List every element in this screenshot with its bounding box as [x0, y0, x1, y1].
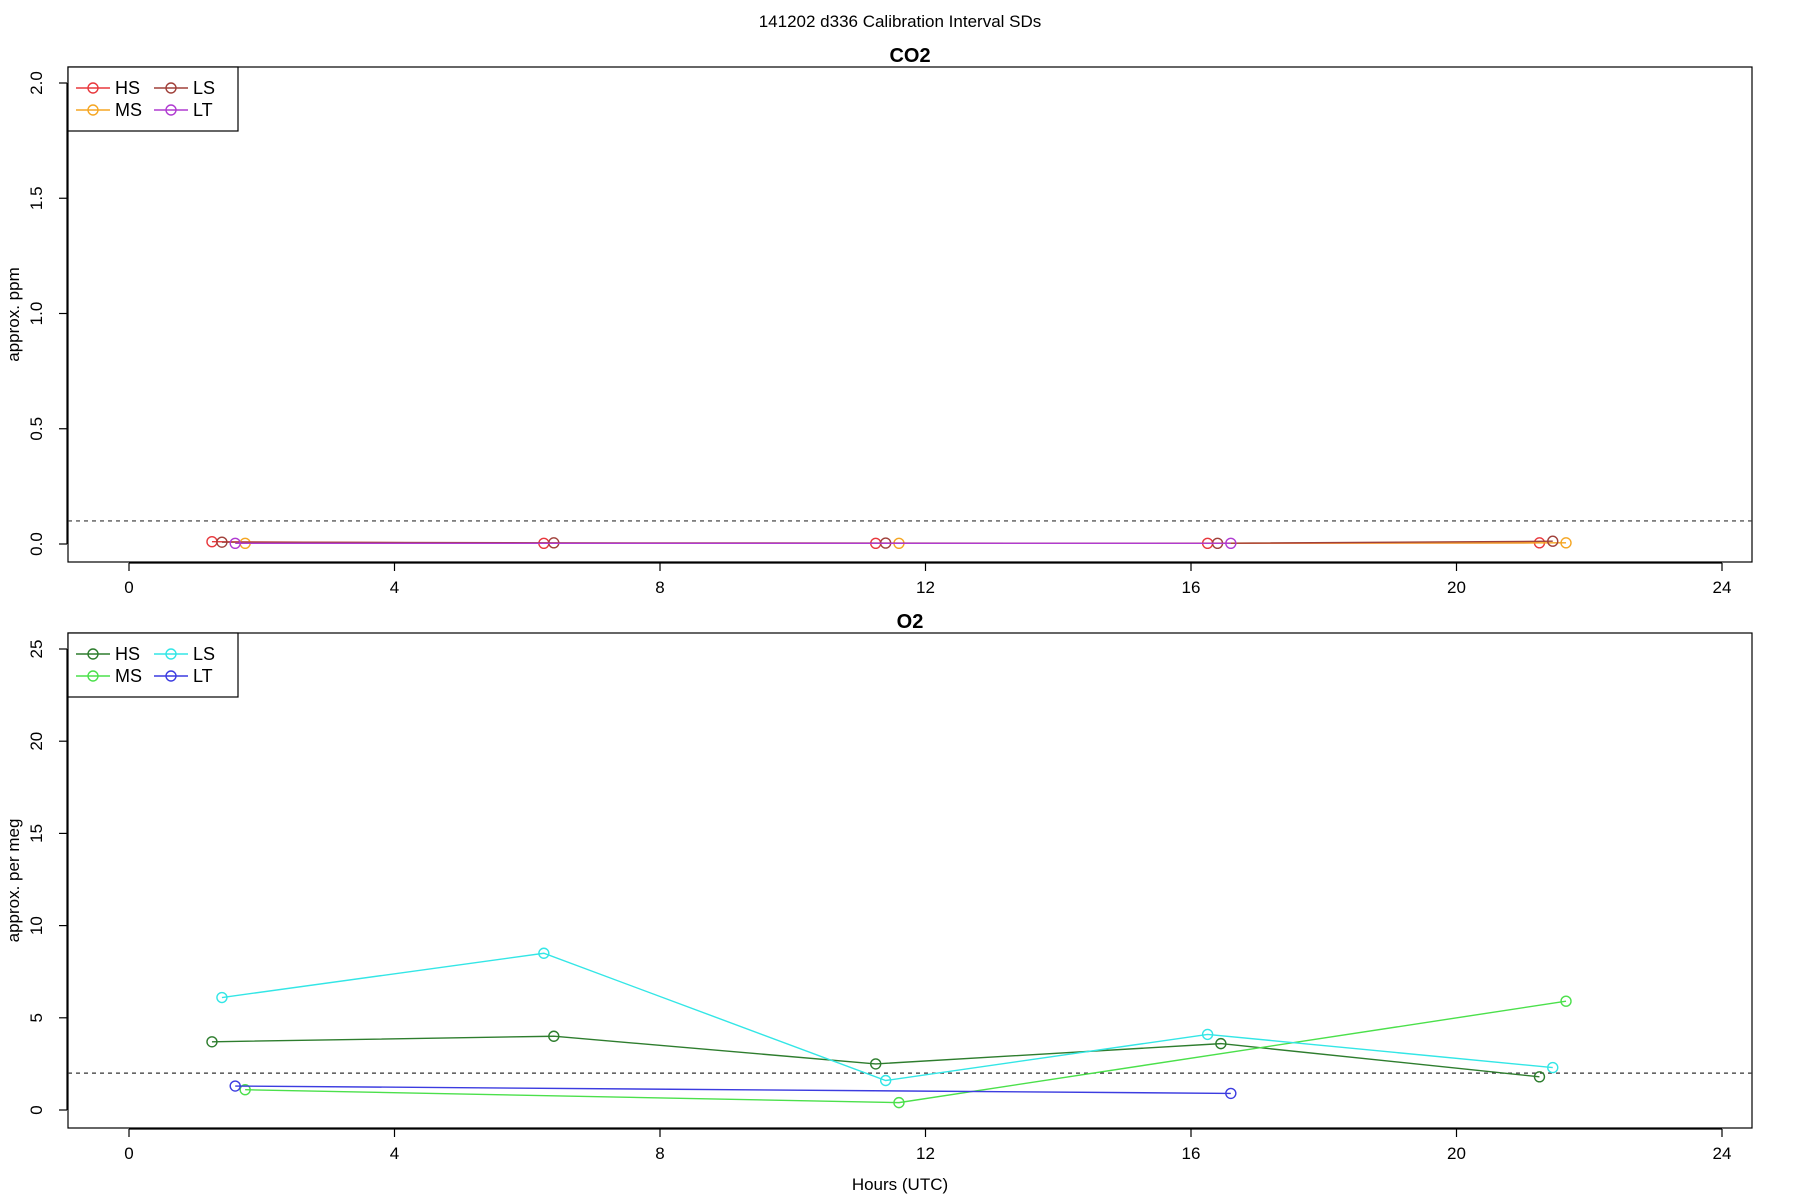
x-tick-label: 8	[655, 578, 664, 597]
x-tick-label: 0	[124, 578, 133, 597]
figure: 141202 d336 Calibration Interval SDs CO2…	[0, 0, 1800, 1200]
y-tick-label: 2.0	[27, 71, 46, 95]
x-tick-label: 12	[916, 1144, 935, 1163]
figure-canvas: 141202 d336 Calibration Interval SDs CO2…	[4, 12, 1753, 1194]
y-axis-label: approx. ppm	[4, 267, 23, 362]
legend-box	[67, 632, 239, 698]
data-point-hs	[548, 1030, 560, 1042]
x-tick-label: 12	[916, 578, 935, 597]
data-point-hs	[206, 1036, 218, 1048]
x-tick-label: 0	[124, 1144, 133, 1163]
data-point-lt	[229, 537, 241, 550]
legend-label: LS	[193, 644, 215, 664]
data-point-hs	[206, 535, 218, 548]
data-point-lt	[1225, 1087, 1237, 1100]
data-point-lt	[229, 1080, 241, 1092]
panel-title: CO2	[889, 45, 930, 67]
y-tick-label: 20	[27, 732, 46, 751]
data-point-ms	[893, 1096, 905, 1109]
legend-label: LT	[193, 666, 213, 686]
data-point-ls	[216, 991, 228, 1004]
data-point-hs	[1533, 1071, 1546, 1083]
y-tick-label: 15	[27, 824, 46, 843]
data-point-ms	[1560, 995, 1572, 1007]
y-tick-label: 0.0	[27, 532, 46, 556]
legend-box	[67, 66, 239, 132]
data-point-ls	[879, 1074, 892, 1087]
x-tick-label: 8	[655, 1144, 664, 1163]
series-line-ls	[221, 952, 1553, 1082]
co2-panel: CO2 0 4 8 12 16 20 24 0.0 0.5 1.0 1.5 2.0 approx. ppm…	[4, 45, 1753, 597]
x-axis-label: Hours (UTC)	[852, 1175, 948, 1194]
data-point-hs	[870, 1058, 882, 1070]
y-tick-label: 5	[27, 1013, 46, 1022]
panel-title: O2	[897, 611, 924, 633]
x-tick-label: 4	[390, 1144, 399, 1163]
x-tick-label: 16	[1182, 1144, 1201, 1163]
data-point-ls	[1201, 1028, 1214, 1041]
x-tick-label: 20	[1447, 1144, 1466, 1163]
y-tick-label: 1.5	[27, 186, 46, 210]
plot-frame	[67, 66, 1753, 563]
legend-label: MS	[115, 666, 142, 686]
figure-title: 141202 d336 Calibration Interval SDs	[759, 12, 1042, 31]
data-point-ls	[1547, 535, 1559, 547]
y-axis-label: approx. per meg	[4, 819, 23, 943]
x-tick-label: 24	[1713, 1144, 1732, 1163]
plot-frame	[67, 632, 1753, 1129]
legend-label: LT	[193, 100, 213, 120]
y-tick-label: 25	[27, 640, 46, 659]
y-tick-label: 1.0	[27, 302, 46, 326]
data-point-ls	[538, 947, 550, 959]
legend-label: LS	[193, 78, 215, 98]
x-tick-label: 20	[1447, 578, 1466, 597]
legend-label: MS	[115, 100, 142, 120]
y-tick-label: 10	[27, 916, 46, 935]
data-point-ls	[1547, 1061, 1559, 1074]
data-point-hs	[1215, 1037, 1227, 1050]
x-tick-label: 16	[1182, 578, 1201, 597]
x-tick-label: 4	[390, 578, 399, 597]
x-tick-label: 24	[1713, 578, 1732, 597]
o2-panel: O2 0 4 8 12 16 20 24 0 5 10 15 20 25 approx. per meg HS…	[4, 611, 1753, 1163]
series-line-hs	[211, 1035, 1540, 1078]
y-tick-label: 0.5	[27, 417, 46, 441]
data-point-lt	[1225, 537, 1237, 550]
data-point-ls	[216, 536, 228, 548]
legend-label: HS	[115, 78, 140, 98]
y-tick-label: 0	[27, 1105, 46, 1114]
legend-label: HS	[115, 644, 140, 664]
data-point-ms	[1560, 537, 1572, 549]
